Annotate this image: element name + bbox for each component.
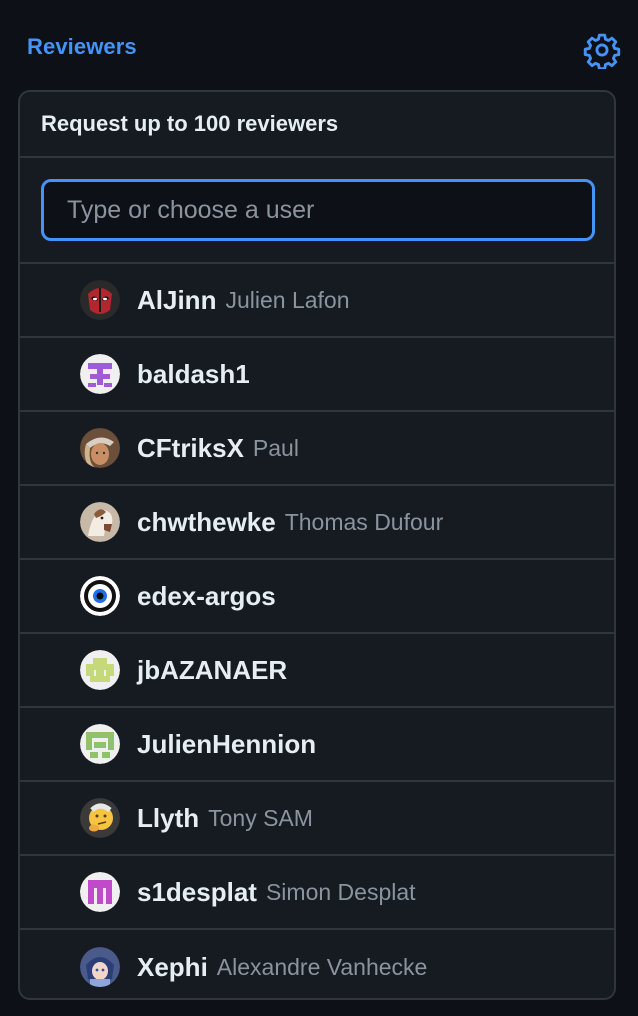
reviewer-name: Julien Lafon xyxy=(225,286,350,313)
avatar xyxy=(80,650,120,690)
reviewer-login: JulienHennion xyxy=(137,728,317,759)
reviewer-login: s1desplat xyxy=(137,876,257,907)
reviewer-login: CFtriksX xyxy=(137,432,244,463)
gear-icon[interactable] xyxy=(583,31,621,71)
reviewer-item-xephi[interactable]: Xephi Alexandre Vanhecke xyxy=(20,930,614,998)
avatar xyxy=(80,724,120,764)
reviewer-login: AlJinn xyxy=(137,284,217,315)
avatar xyxy=(80,872,120,912)
reviewers-dropdown-panel: Request up to 100 reviewers AlJinn Julie… xyxy=(18,90,616,1000)
avatar xyxy=(80,576,120,616)
reviewer-name: Thomas Dufour xyxy=(284,508,444,535)
reviewer-item-s1desplat[interactable]: s1desplat Simon Desplat xyxy=(20,856,614,930)
reviewer-item-edex-argos[interactable]: edex-argos xyxy=(20,560,614,634)
reviewer-item-cftriksx[interactable]: CFtriksX Paul xyxy=(20,412,614,486)
reviewer-login: chwthewke xyxy=(137,506,276,537)
avatar xyxy=(80,947,120,987)
reviewer-login: baldash1 xyxy=(137,358,250,389)
reviewer-item-baldash1[interactable]: baldash1 xyxy=(20,338,614,412)
user-search-input[interactable] xyxy=(41,179,595,241)
avatar xyxy=(80,502,120,542)
reviewer-login: Xephi xyxy=(137,951,208,982)
reviewer-login: edex-argos xyxy=(137,580,276,611)
reviewer-name: Tony SAM xyxy=(208,804,313,831)
reviewer-item-chwthewke[interactable]: chwthewke Thomas Dufour xyxy=(20,486,614,560)
avatar xyxy=(80,428,120,468)
reviewer-item-llyth[interactable]: Llyth Tony SAM xyxy=(20,782,614,856)
reviewers-header: Reviewers xyxy=(0,0,638,92)
reviewer-item-julienhennion[interactable]: JulienHennion xyxy=(20,708,614,782)
panel-title: Request up to 100 reviewers xyxy=(20,92,614,158)
reviewer-item-aljinn[interactable]: AlJinn Julien Lafon xyxy=(20,264,614,338)
filter-area xyxy=(20,158,614,264)
reviewer-item-jbazanaer[interactable]: jbAZANAER xyxy=(20,634,614,708)
reviewer-list: AlJinn Julien Lafon baldash1 CFtriksX Pa… xyxy=(20,264,614,998)
reviewer-name: Simon Desplat xyxy=(265,878,416,905)
reviewer-name: Alexandre Vanhecke xyxy=(216,953,428,980)
reviewers-title[interactable]: Reviewers xyxy=(27,34,137,60)
reviewer-login: jbAZANAER xyxy=(137,654,288,685)
avatar xyxy=(80,280,120,320)
reviewer-login: Llyth xyxy=(137,802,200,833)
reviewer-name: Paul xyxy=(252,434,299,461)
avatar xyxy=(80,798,120,838)
avatar xyxy=(80,354,120,394)
